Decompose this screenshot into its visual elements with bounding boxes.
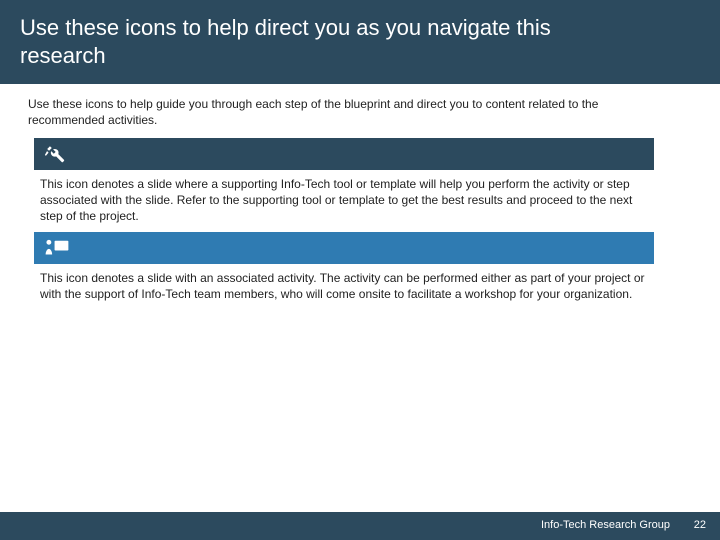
section-desc: This icon denotes a slide with an associ… <box>34 264 654 302</box>
tools-icon <box>44 143 66 165</box>
section-desc: This icon denotes a slide where a suppor… <box>34 170 654 225</box>
footer: Info-Tech Research Group 22 <box>0 512 720 540</box>
page-number: 22 <box>694 519 706 531</box>
icon-bar <box>34 138 654 170</box>
slide: Use these icons to help direct you as yo… <box>0 0 720 540</box>
footer-org: Info-Tech Research Group <box>541 519 670 531</box>
intro-text: Use these icons to help guide you throug… <box>28 96 668 128</box>
presenter-icon <box>44 238 70 258</box>
page-title: Use these icons to help direct you as yo… <box>20 14 620 69</box>
icon-section-tool: This icon denotes a slide where a suppor… <box>34 138 654 225</box>
icon-bar <box>34 232 654 264</box>
icon-section-activity: This icon denotes a slide with an associ… <box>34 232 654 302</box>
